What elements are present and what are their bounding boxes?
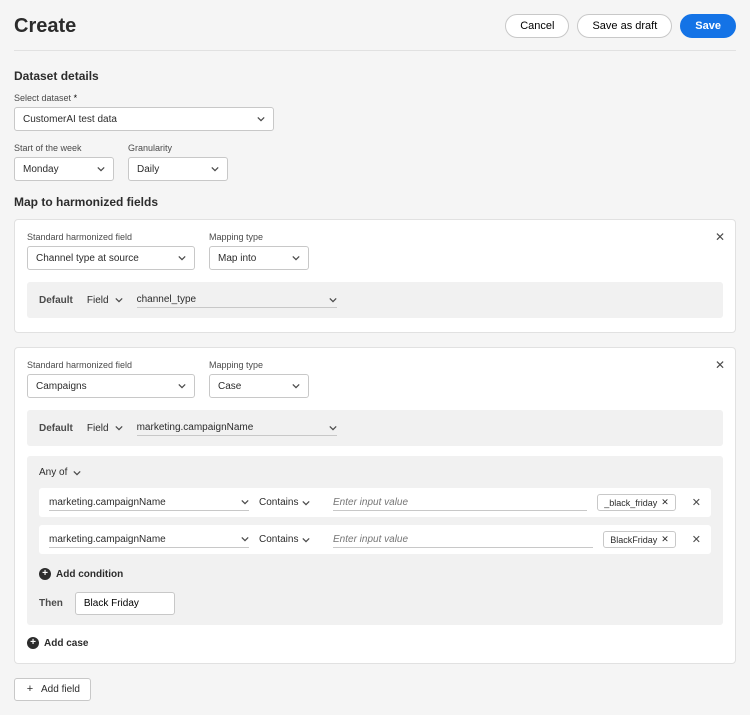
field-dropdown[interactable]: Field: [87, 423, 123, 434]
mapping-card: ✕ Standard harmonized field Campaigns Ma…: [14, 347, 736, 664]
granularity-dropdown[interactable]: Daily: [128, 157, 228, 181]
default-strip: Default Field marketing.campaignName: [27, 410, 723, 446]
value-tag: BlackFriday ✕: [603, 531, 676, 548]
granularity-label: Granularity: [128, 143, 228, 153]
mapping-type-dropdown[interactable]: Map into: [209, 246, 309, 270]
chevron-down-icon: [241, 535, 249, 543]
page-title: Create: [14, 15, 76, 38]
std-field-value: Channel type at source: [36, 253, 139, 264]
operator-select[interactable]: Contains: [259, 534, 323, 545]
anyof-dropdown[interactable]: Any of: [39, 467, 81, 478]
mapping-section-title: Map to harmonized fields: [14, 195, 736, 209]
default-label: Default: [39, 423, 73, 434]
value-tag: _black_friday ✕: [597, 494, 676, 511]
chevron-down-icon: [302, 499, 310, 507]
chevron-down-icon: [241, 498, 249, 506]
chevron-down-icon: [292, 382, 300, 390]
then-row: Then: [39, 592, 711, 615]
default-field-select[interactable]: channel_type: [137, 292, 337, 308]
default-label: Default: [39, 295, 73, 306]
chevron-down-icon: [329, 424, 337, 432]
plus-icon: +: [39, 568, 51, 580]
delete-row-icon[interactable]: ✕: [692, 533, 701, 546]
case-block: Any of marketing.campaignName Contains: [27, 456, 723, 625]
chevron-down-icon: [292, 254, 300, 262]
mapping-type-value: Case: [218, 381, 241, 392]
chevron-down-icon: [178, 254, 186, 262]
chevron-down-icon: [97, 165, 105, 173]
default-field-value: marketing.campaignName: [137, 422, 254, 433]
mapping-type-label: Mapping type: [209, 360, 309, 370]
add-case-button[interactable]: + Add case: [27, 637, 88, 649]
plus-icon: +: [25, 685, 35, 695]
granularity-value: Daily: [137, 164, 159, 175]
chevron-down-icon: [211, 165, 219, 173]
save-button[interactable]: Save: [680, 14, 736, 38]
std-field-label: Standard harmonized field: [27, 232, 195, 242]
std-field-dropdown[interactable]: Campaigns: [27, 374, 195, 398]
dataset-section-title: Dataset details: [14, 69, 736, 83]
default-strip: Default Field channel_type: [27, 282, 723, 318]
start-week-value: Monday: [23, 164, 59, 175]
tag-remove-icon[interactable]: ✕: [661, 534, 669, 545]
mapping-type-dropdown[interactable]: Case: [209, 374, 309, 398]
select-dataset-value: CustomerAI test data: [23, 114, 117, 125]
condition-field-select[interactable]: marketing.campaignName: [49, 532, 249, 548]
chevron-down-icon: [115, 424, 123, 432]
condition-field-select[interactable]: marketing.campaignName: [49, 495, 249, 511]
chevron-down-icon: [73, 469, 81, 477]
then-value-input[interactable]: [75, 592, 175, 615]
chevron-down-icon: [302, 536, 310, 544]
plus-icon: +: [27, 637, 39, 649]
chevron-down-icon: [329, 296, 337, 304]
add-field-button[interactable]: + Add field: [14, 678, 91, 701]
close-icon[interactable]: ✕: [715, 230, 725, 244]
header-actions: Cancel Save as draft Save: [505, 14, 736, 38]
std-field-dropdown[interactable]: Channel type at source: [27, 246, 195, 270]
mapping-type-value: Map into: [218, 253, 256, 264]
chevron-down-icon: [178, 382, 186, 390]
condition-row: marketing.campaignName Contains BlackFri…: [39, 525, 711, 554]
std-field-value: Campaigns: [36, 381, 87, 392]
dataset-section: Dataset details Select dataset * Custome…: [14, 69, 736, 181]
chevron-down-icon: [257, 115, 265, 123]
start-week-label: Start of the week: [14, 143, 114, 153]
then-label: Then: [39, 598, 63, 609]
chevron-down-icon: [115, 296, 123, 304]
add-condition-button[interactable]: + Add condition: [39, 568, 123, 580]
save-draft-button[interactable]: Save as draft: [577, 14, 672, 38]
mapping-type-label: Mapping type: [209, 232, 309, 242]
std-field-label: Standard harmonized field: [27, 360, 195, 370]
operator-select[interactable]: Contains: [259, 497, 323, 508]
cancel-button[interactable]: Cancel: [505, 14, 569, 38]
field-dropdown[interactable]: Field: [87, 295, 123, 306]
close-icon[interactable]: ✕: [715, 358, 725, 372]
default-field-select[interactable]: marketing.campaignName: [137, 420, 337, 436]
tag-remove-icon[interactable]: ✕: [661, 497, 669, 508]
mapping-section: Map to harmonized fields ✕ Standard harm…: [14, 195, 736, 701]
select-dataset-dropdown[interactable]: CustomerAI test data: [14, 107, 274, 131]
mapping-card: ✕ Standard harmonized field Channel type…: [14, 219, 736, 333]
default-field-value: channel_type: [137, 294, 197, 305]
select-dataset-label: Select dataset *: [14, 93, 736, 103]
delete-row-icon[interactable]: ✕: [692, 496, 701, 509]
condition-row: marketing.campaignName Contains _black_f…: [39, 488, 711, 517]
condition-value-input[interactable]: [333, 532, 593, 548]
start-week-dropdown[interactable]: Monday: [14, 157, 114, 181]
condition-value-input[interactable]: [333, 495, 587, 511]
